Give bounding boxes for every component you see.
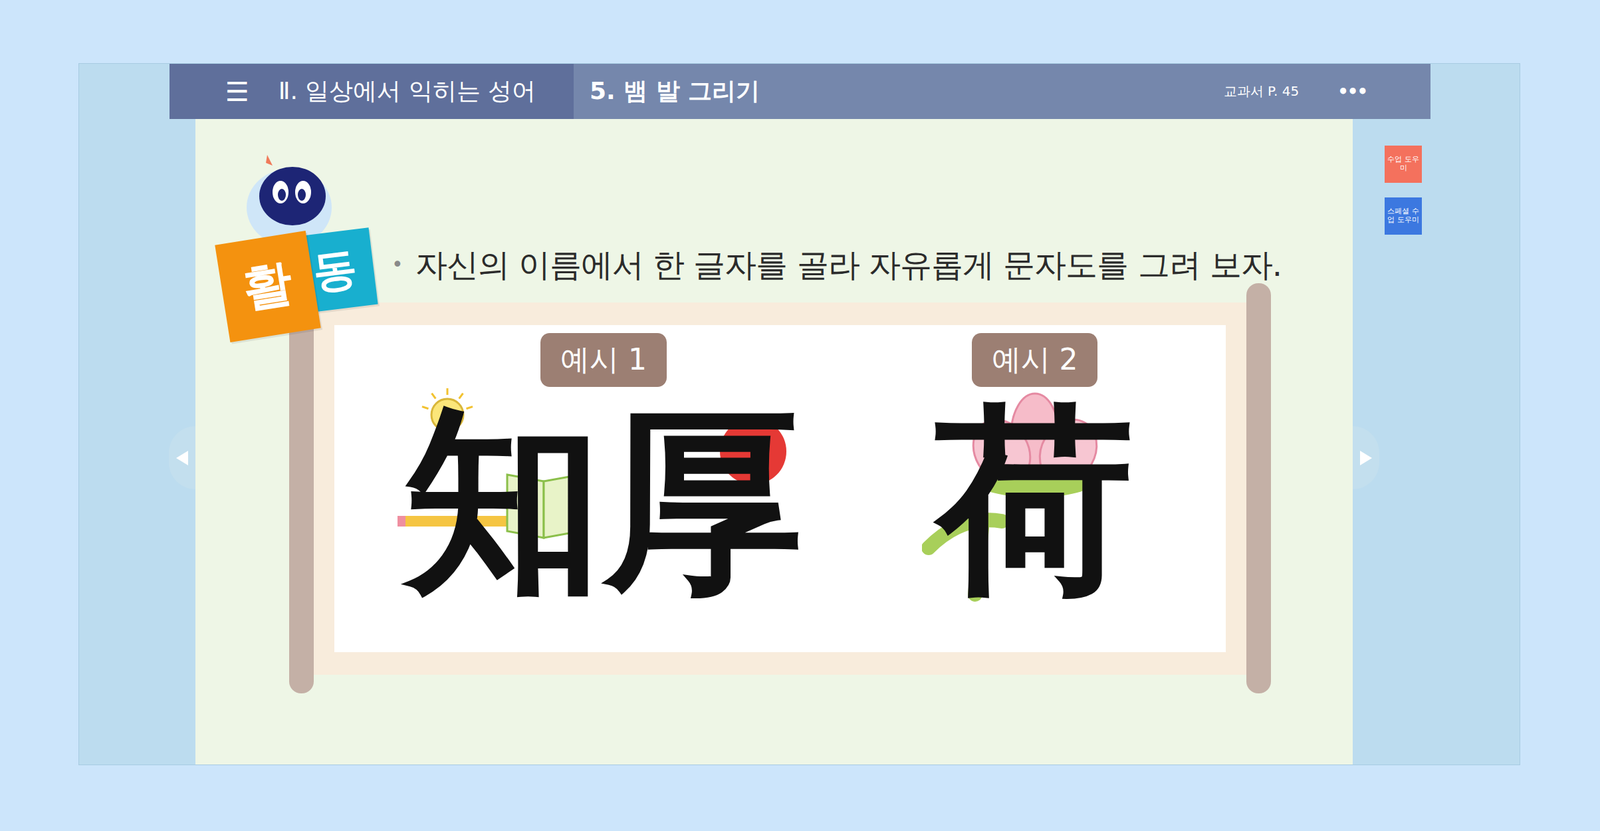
header-section: ☰ Ⅱ. 일상에서 익히는 성어 — [169, 63, 574, 119]
example-board: 예시 1 知厚 예시 2 荷 — [334, 325, 1226, 653]
instruction-bullet: • — [391, 244, 404, 285]
body-row: 활동 • 자신의 이름에서 한 글자를 골라 자유롭게 문자도를 그려 보자. 예시 … — [79, 118, 1520, 765]
letter-drawing: 知厚 — [390, 401, 817, 601]
more-button[interactable]: ••• — [1337, 81, 1367, 102]
menu-button[interactable]: ☰ — [225, 78, 250, 106]
section-title: Ⅱ. 일상에서 익히는 성어 — [278, 75, 537, 108]
scroll-rod — [1246, 283, 1271, 694]
scroll-rod — [289, 283, 314, 694]
page-reference: 교과서 P. 45 — [1223, 82, 1299, 101]
example-label: 예시 2 — [971, 333, 1099, 387]
content-panel: 활동 • 자신의 이름에서 한 글자를 골라 자유롭게 문자도를 그려 보자. 예시 … — [195, 118, 1353, 765]
header-tools: 교과서 P. 45 ••• — [1223, 81, 1367, 102]
instruction-text: 자신의 이름에서 한 글자를 골라 자유롭게 문자도를 그려 보자. — [415, 244, 1282, 285]
header-lesson: 5. 뱀 발 그리기 교과서 P. 45 ••• — [573, 63, 1431, 119]
left-gutter — [79, 118, 196, 765]
next-arrow-icon — [1358, 449, 1374, 467]
scroll-paper: 예시 1 知厚 예시 2 荷 — [313, 302, 1247, 675]
header-bar: ☰ Ⅱ. 일상에서 익히는 성어 5. 뱀 발 그리기 교과서 P. 45 ••• — [169, 63, 1431, 119]
example-column: 예시 1 知厚 — [334, 325, 873, 653]
lesson-frame: ☰ Ⅱ. 일상에서 익히는 성어 5. 뱀 발 그리기 교과서 P. 45 ••• 활동 •… — [78, 63, 1521, 766]
helper-button[interactable]: 스페셜 수업 도우미 — [1384, 197, 1422, 235]
prev-arrow-icon — [174, 449, 190, 467]
prev-button[interactable] — [168, 426, 196, 490]
letter-glyphs: 荷 — [935, 401, 1135, 601]
right-gutter: 수업 도우미스페셜 수업 도우미 — [1352, 118, 1520, 765]
letter-glyphs: 知厚 — [404, 401, 803, 601]
scroll-frame: 예시 1 知厚 예시 2 荷 — [289, 283, 1271, 694]
activity-mascot: 활동 — [222, 150, 379, 344]
example-label: 예시 1 — [540, 333, 667, 387]
letter-drawing: 荷 — [921, 401, 1148, 601]
helper-button[interactable]: 수업 도우미 — [1384, 145, 1422, 183]
example-column: 예시 2 荷 — [872, 325, 1226, 653]
page: ☰ Ⅱ. 일상에서 익히는 성어 5. 뱀 발 그리기 교과서 P. 45 ••• 활동 •… — [0, 0, 1600, 831]
activity-tile: 활 — [214, 230, 321, 343]
header-row: ☰ Ⅱ. 일상에서 익히는 성어 5. 뱀 발 그리기 교과서 P. 45 ••• — [79, 63, 1520, 119]
side-buttons: 수업 도우미스페셜 수업 도우미 — [1384, 145, 1422, 235]
next-button[interactable] — [1352, 426, 1380, 490]
lesson-title: 5. 뱀 발 그리기 — [589, 75, 760, 108]
